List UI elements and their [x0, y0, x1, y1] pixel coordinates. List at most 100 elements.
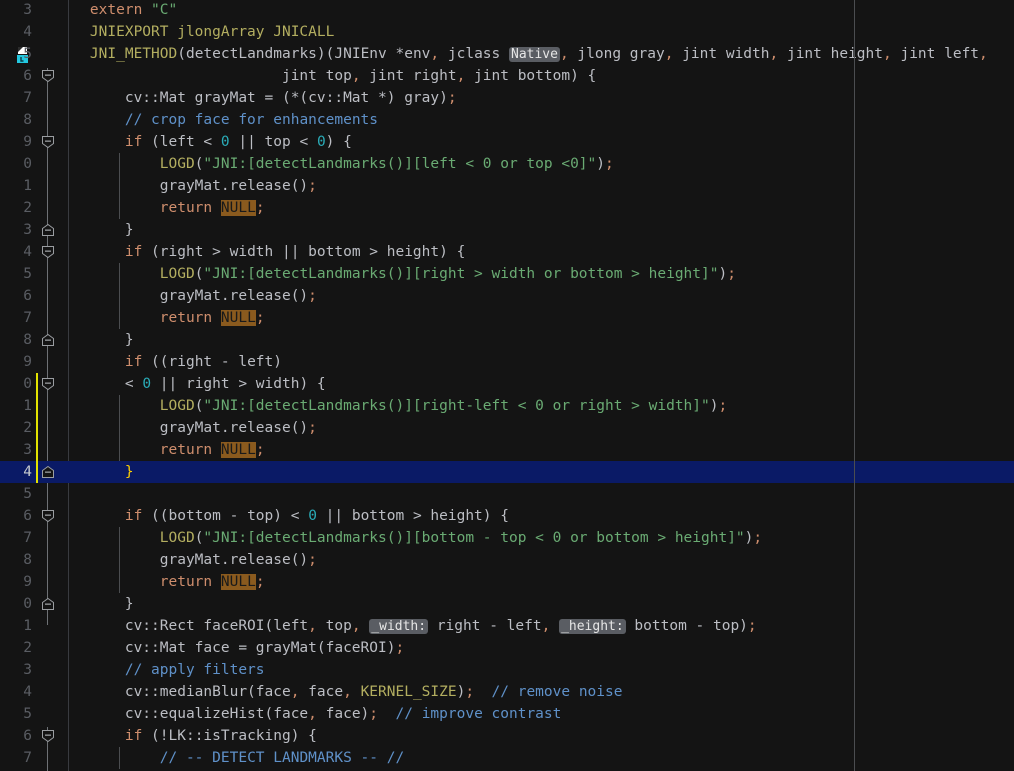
code-line[interactable]: 5 cv::equalizeHist(face, face); // impro… — [0, 703, 1014, 725]
code-text[interactable]: < 0 || right > width) { — [55, 373, 326, 395]
code-text[interactable]: if ((bottom - top) < 0 || bottom > heigh… — [55, 505, 509, 527]
code-line[interactable]: 6 jint top, jint right, jint bottom) { — [0, 65, 1014, 87]
code-line[interactable]: 6 if (!LK::isTracking) { — [0, 725, 1014, 747]
code-line[interactable]: 8 // crop face for enhancements — [0, 109, 1014, 131]
code-text[interactable]: extern "C" — [55, 0, 177, 21]
code-text[interactable]: } — [55, 219, 134, 241]
fold-expand-icon[interactable] — [41, 135, 55, 149]
code-line[interactable]: 1 LOGD("JNI:[detectLandmarks()][right-le… — [0, 395, 1014, 417]
code-line[interactable]: 1 cv::Rect faceROI(left, top, _width: ri… — [0, 615, 1014, 637]
code-text[interactable]: // -- DETECT LANDMARKS -- // — [55, 747, 404, 769]
code-line[interactable]: 2 return NULL; — [0, 197, 1014, 219]
code-token: ; — [447, 90, 457, 106]
code-line[interactable]: 7 return NULL; — [0, 307, 1014, 329]
code-line[interactable]: 3 return NULL; — [0, 439, 1014, 461]
code-line[interactable]: 6 if ((bottom - top) < 0 || bottom > hei… — [0, 505, 1014, 527]
code-text[interactable]: } — [55, 593, 134, 615]
code-line[interactable]: 8 } — [0, 329, 1014, 351]
code-line[interactable]: 6 grayMat.release(); — [0, 285, 1014, 307]
code-token: jlong gray — [568, 46, 665, 62]
code-line[interactable]: 1 grayMat.release(); — [0, 175, 1014, 197]
code-text[interactable]: return NULL; — [55, 439, 265, 461]
code-text[interactable]: return NULL; — [55, 571, 265, 593]
code-comment: // improve contrast — [395, 706, 562, 722]
code-line[interactable]: 7 cv::Mat grayMat = (*(cv::Mat *) gray); — [0, 87, 1014, 109]
code-text[interactable]: JNI_METHOD(detectLandmarks)(JNIEnv *env,… — [55, 43, 988, 66]
code-line[interactable]: 5 JNI_METHOD(detectLandmarks)(JNIEnv *en… — [0, 43, 1014, 65]
vcs-change-marker[interactable] — [36, 395, 38, 417]
code-line[interactable]: 7 // -- DETECT LANDMARKS -- // — [0, 747, 1014, 769]
code-text[interactable]: LOGD("JNI:[detectLandmarks()][right-left… — [55, 395, 727, 417]
code-token: } — [55, 332, 134, 348]
fold-collapse-icon[interactable] — [41, 333, 55, 347]
code-line[interactable]: 5 — [0, 483, 1014, 505]
code-line[interactable]: 2 grayMat.release(); — [0, 417, 1014, 439]
code-line[interactable]: 9 if (left < 0 || top < 0) { — [0, 131, 1014, 153]
code-line[interactable]: 4 JNIEXPORT jlongArray JNICALL — [0, 21, 1014, 43]
fold-expand-icon[interactable] — [41, 729, 55, 743]
code-text[interactable]: } — [55, 329, 134, 351]
vcs-change-marker[interactable] — [36, 439, 38, 461]
fold-expand-icon[interactable] — [41, 69, 55, 83]
code-line[interactable]: 9 if ((right - left) — [0, 351, 1014, 373]
code-token: , — [351, 68, 361, 84]
code-text[interactable]: grayMat.release(); — [55, 417, 317, 439]
code-line[interactable]: 0 < 0 || right > width) { — [0, 373, 1014, 395]
code-text[interactable]: cv::Mat face = grayMat(faceROI); — [55, 637, 404, 659]
code-line[interactable]: 3 } — [0, 219, 1014, 241]
code-text[interactable]: if (left < 0 || top < 0) { — [55, 131, 352, 153]
code-line[interactable]: 7 LOGD("JNI:[detectLandmarks()][bottom -… — [0, 527, 1014, 549]
code-line-selected[interactable]: 4 } — [0, 461, 1014, 483]
code-text[interactable]: if (!LK::isTracking) { — [55, 725, 317, 747]
code-text[interactable]: if ((right - left) — [55, 351, 282, 373]
code-text[interactable]: cv::Rect faceROI(left, top, _width: righ… — [55, 615, 757, 638]
code-text[interactable]: return NULL; — [55, 307, 265, 329]
code-text[interactable]: cv::equalizeHist(face, face); // improve… — [55, 703, 562, 725]
fold-collapse-icon[interactable] — [41, 223, 55, 237]
code-token: ; — [753, 530, 763, 546]
code-text[interactable]: grayMat.release(); — [55, 175, 317, 197]
fold-expand-icon[interactable] — [41, 245, 55, 259]
code-text[interactable]: // crop face for enhancements — [55, 109, 378, 131]
vcs-change-marker[interactable] — [36, 417, 38, 439]
code-text[interactable]: if (right > width || bottom > height) { — [55, 241, 465, 263]
code-text[interactable]: return NULL; — [55, 197, 265, 219]
code-token: ; — [727, 266, 736, 282]
code-line[interactable]: 2 cv::Mat face = grayMat(faceROI); — [0, 637, 1014, 659]
code-text[interactable]: cv::medianBlur(face, face, KERNEL_SIZE);… — [55, 681, 623, 703]
code-line[interactable]: 8 grayMat.release(); — [0, 549, 1014, 571]
code-text[interactable]: LOGD("JNI:[detectLandmarks()][bottom - t… — [55, 527, 762, 549]
line-number: 2 — [23, 200, 32, 216]
code-line[interactable]: 3 // apply filters — [0, 659, 1014, 681]
vcs-change-marker[interactable] — [36, 373, 38, 395]
fold-expand-icon[interactable] — [41, 509, 55, 523]
code-text[interactable]: LOGD("JNI:[detectLandmarks()][left < 0 o… — [55, 153, 614, 175]
code-editor[interactable]: 3 extern "C" 4 JNIEXPORT jlongArray JNICA… — [0, 0, 1014, 771]
code-line[interactable]: 0 LOGD("JNI:[detectLandmarks()][left < 0… — [0, 153, 1014, 175]
fold-expand-icon[interactable] — [41, 377, 55, 391]
code-text[interactable]: jint top, jint right, jint bottom) { — [55, 65, 596, 87]
fold-collapse-icon[interactable] — [41, 465, 55, 479]
code-text[interactable]: grayMat.release(); — [55, 285, 317, 307]
code-text[interactable]: grayMat.release(); — [55, 549, 317, 571]
code-token: , — [430, 46, 440, 62]
code-text[interactable]: } — [55, 461, 134, 483]
code-text[interactable]: LOGD("JNI:[detectLandmarks()][right > wi… — [55, 263, 736, 285]
code-line[interactable]: 5 LOGD("JNI:[detectLandmarks()][right > … — [0, 263, 1014, 285]
code-line[interactable]: 9 return NULL; — [0, 571, 1014, 593]
code-line[interactable]: 0 } — [0, 593, 1014, 615]
code-text[interactable]: JNIEXPORT jlongArray JNICALL — [55, 21, 334, 43]
fold-collapse-icon[interactable] — [41, 597, 55, 611]
code-text[interactable]: cv::Mat grayMat = (*(cv::Mat *) gray); — [55, 87, 457, 109]
code-line[interactable]: 4 if (right > width || bottom > height) … — [0, 241, 1014, 263]
code-line[interactable]: 4 cv::medianBlur(face, face, KERNEL_SIZE… — [0, 681, 1014, 703]
vcs-change-marker[interactable] — [36, 461, 38, 483]
macro-token: LOGD — [159, 266, 195, 282]
code-text[interactable]: // apply filters — [55, 659, 265, 681]
code-line[interactable]: 3 extern "C" — [0, 0, 1014, 21]
